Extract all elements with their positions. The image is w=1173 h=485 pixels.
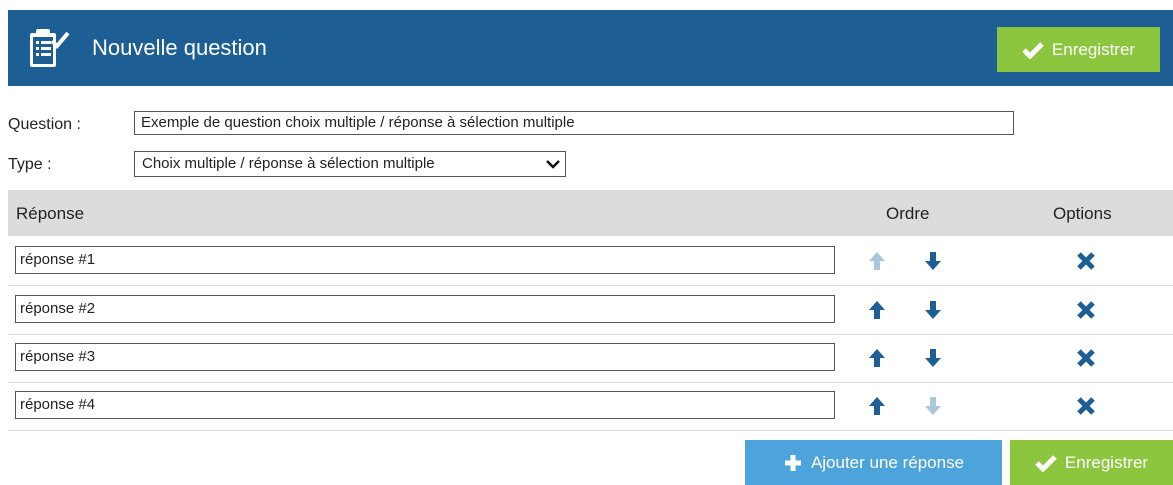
check-icon (1022, 41, 1044, 59)
type-label: Type : (8, 156, 52, 173)
add-answer-label: Ajouter une réponse (810, 452, 965, 472)
chevron-down-icon (546, 160, 560, 169)
answer-input[interactable]: réponse #3 (15, 343, 835, 371)
type-select[interactable]: Choix multiple / réponse à sélection mul… (134, 151, 566, 177)
arrow-up-icon (869, 252, 885, 270)
answer-input[interactable]: réponse #2 (15, 295, 835, 323)
table-row: réponse #2 (8, 286, 1173, 335)
table-row: réponse #1 (8, 237, 1173, 286)
save-button-label: Enregistrer (1064, 452, 1149, 472)
arrow-up-icon[interactable] (868, 396, 886, 416)
arrow-down-icon[interactable] (924, 251, 942, 271)
plus-icon (784, 454, 801, 471)
question-label: Question : (8, 116, 81, 133)
column-header-answer: Réponse (16, 204, 85, 223)
type-select-value: Choix multiple / réponse à sélection mul… (142, 155, 435, 172)
answer-input[interactable]: réponse #1 (15, 246, 835, 274)
arrow-up-icon[interactable] (868, 300, 886, 320)
arrow-down-icon[interactable] (924, 348, 942, 368)
delete-icon[interactable] (1076, 396, 1096, 416)
arrow-down-icon (925, 397, 941, 415)
arrow-up-icon[interactable] (868, 348, 886, 368)
table-row: réponse #4 (8, 382, 1173, 431)
save-button-bottom[interactable]: Enregistrer (1010, 440, 1173, 485)
check-icon (1035, 454, 1057, 472)
column-header-order: Ordre (886, 204, 930, 223)
answer-input[interactable]: réponse #4 (15, 391, 835, 419)
delete-icon[interactable] (1076, 300, 1096, 320)
page-title: Nouvelle question (92, 35, 267, 60)
save-button-top[interactable]: Enregistrer (997, 27, 1160, 72)
delete-icon[interactable] (1076, 348, 1096, 368)
save-button-label: Enregistrer (1051, 39, 1136, 59)
question-input[interactable]: Exemple de question choix multiple / rép… (134, 111, 1014, 135)
clipboard-check-icon (30, 29, 70, 67)
add-answer-button[interactable]: Ajouter une réponse (745, 440, 1002, 485)
answers-table-header: Réponse Ordre Options (8, 190, 1173, 236)
arrow-down-icon[interactable] (924, 300, 942, 320)
table-row: réponse #3 (8, 334, 1173, 383)
column-header-options: Options (1053, 204, 1112, 223)
delete-icon[interactable] (1076, 251, 1096, 271)
